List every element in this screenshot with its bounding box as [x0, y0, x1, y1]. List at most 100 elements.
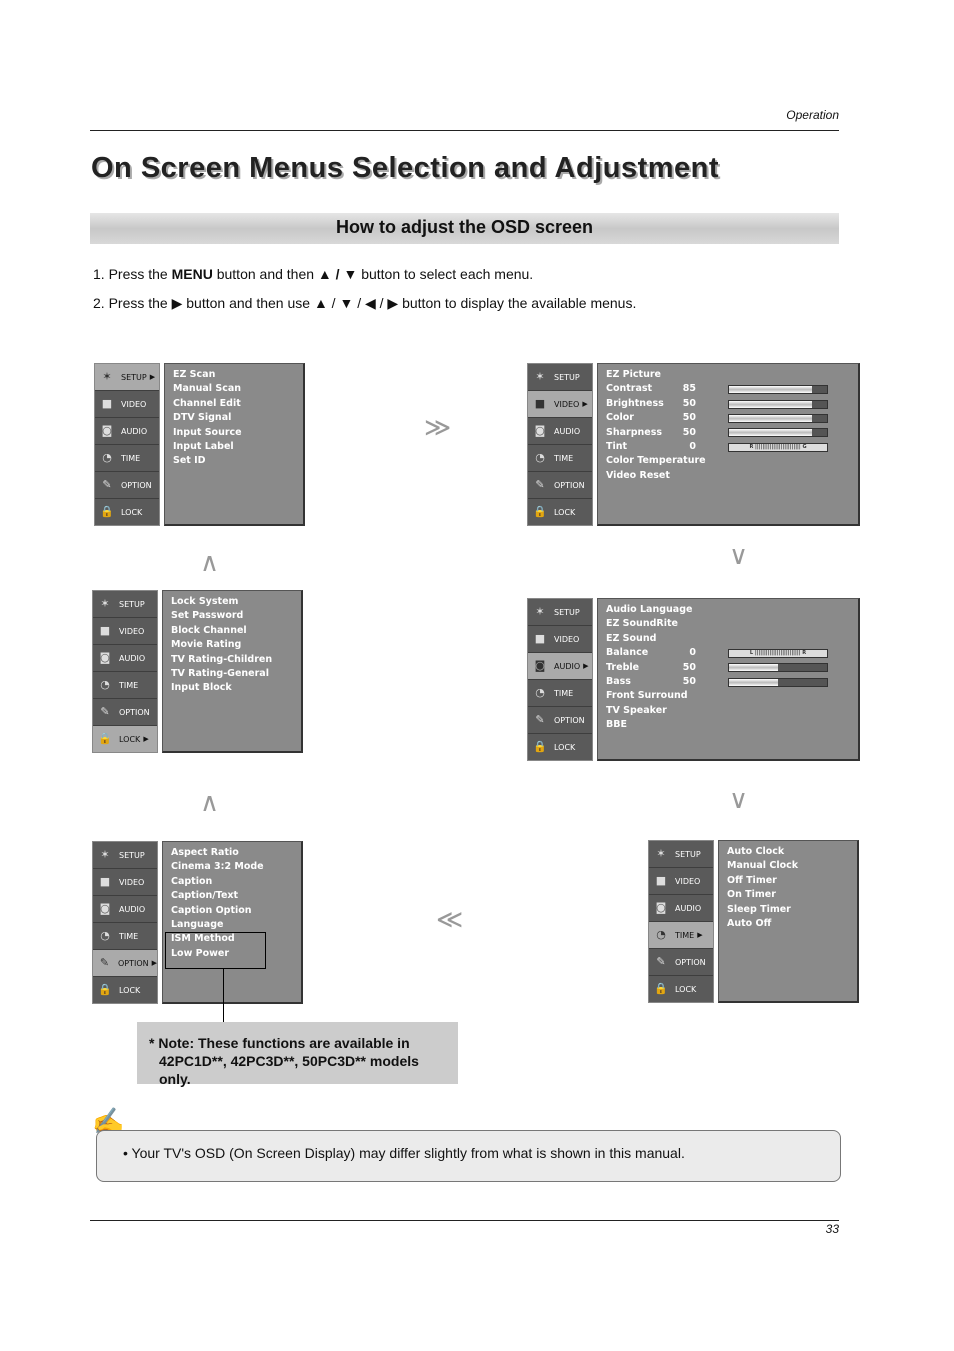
submenu-item[interactable]: EZ Sound	[606, 632, 850, 646]
submenu-item[interactable]: Treble 50	[606, 661, 850, 675]
osd-tab-time[interactable]: ◔ TIME	[93, 923, 157, 950]
osd-tab-option[interactable]: ✎ OPTION	[95, 472, 159, 499]
osd-tab-lock[interactable]: 🔒 LOCK	[649, 976, 713, 1002]
osd-tab-video[interactable]: ■ VIDEO	[649, 868, 713, 895]
osd-tab-video[interactable]: ■ VIDEO	[95, 391, 159, 418]
submenu-item[interactable]: Sleep Timer	[727, 903, 849, 917]
osd-tab-audio[interactable]: ◙ AUDIO	[93, 896, 157, 923]
osd-audio-menu: ✶ SETUP ■ VIDEO ◙ AUDIO ▶ ◔ TIME ✎ OPTION 🔒 LOCK Audi…	[527, 598, 860, 761]
osd-tab-time[interactable]: ◔ TIME	[528, 445, 592, 472]
submenu-item[interactable]: Color Temperature	[606, 454, 850, 468]
submenu-item[interactable]: Cinema 3:2 Mode	[171, 860, 293, 874]
osd-sidebar: ✶ SETUP ▶ ■ VIDEO ◙ AUDIO ◔ TIME ✎ OPTION 🔒 LOCK	[94, 363, 160, 526]
submenu-item[interactable]: Aspect Ratio	[171, 846, 293, 860]
submenu-item[interactable]: Bass 50	[606, 675, 850, 689]
submenu-item[interactable]: Input Block	[171, 681, 293, 695]
osd-tab-setup[interactable]: ✶ SETUP ▶	[95, 364, 159, 391]
osd-tab-audio[interactable]: ◙ AUDIO ▶	[528, 653, 592, 680]
osd-tab-option[interactable]: ✎ OPTION	[649, 949, 713, 976]
level-slider[interactable]	[728, 428, 828, 438]
submenu-item[interactable]: BBE	[606, 718, 850, 732]
submenu-item[interactable]: Color 50	[606, 411, 850, 425]
submenu-item[interactable]: Set Password	[171, 609, 293, 623]
submenu-item[interactable]: Manual Clock	[727, 859, 849, 873]
item-label: Brightness	[606, 397, 664, 409]
osd-tab-lock[interactable]: 🔒 LOCK	[528, 499, 592, 525]
submenu-item[interactable]: On Timer	[727, 888, 849, 902]
submenu-item[interactable]: Caption	[171, 875, 293, 889]
osd-tab-audio[interactable]: ◙ AUDIO	[95, 418, 159, 445]
osd-tab-video[interactable]: ■ VIDEO ▶	[528, 391, 592, 418]
osd-tab-audio[interactable]: ◙ AUDIO	[93, 645, 157, 672]
submenu-item[interactable]: Front Surround	[606, 689, 850, 703]
submenu-item[interactable]: Channel Edit	[173, 397, 295, 411]
osd-tab-audio[interactable]: ◙ AUDIO	[528, 418, 592, 445]
osd-tab-option[interactable]: ✎ OPTION	[93, 699, 157, 726]
osd-submenu: EZ Picture Contrast 85 Brightness 50 Color 50 S…	[597, 363, 860, 526]
submenu-item[interactable]: Caption Option	[171, 904, 293, 918]
osd-tab-video[interactable]: ■ VIDEO	[93, 869, 157, 896]
balance-slider[interactable]: R ||||||||||||||||||||||||| G	[728, 442, 828, 452]
osd-tab-time[interactable]: ◔ TIME	[95, 445, 159, 472]
submenu-item[interactable]: Off Timer	[727, 874, 849, 888]
level-slider[interactable]	[728, 677, 828, 687]
submenu-item[interactable]: Input Label	[173, 440, 295, 454]
level-slider[interactable]	[728, 663, 828, 673]
submenu-item[interactable]: DTV Signal	[173, 411, 295, 425]
item-label: Sharpness	[606, 426, 663, 438]
submenu-item[interactable]: Video Reset	[606, 469, 850, 483]
submenu-item[interactable]: Contrast 85	[606, 382, 850, 396]
osd-tab-time[interactable]: ◔ TIME ▶	[649, 922, 713, 949]
submenu-item[interactable]: Lock System	[171, 595, 293, 609]
submenu-item[interactable]: Caption/Text	[171, 889, 293, 903]
submenu-item[interactable]: Audio Language	[606, 603, 850, 617]
osd-tab-setup[interactable]: ✶ SETUP	[528, 599, 592, 626]
osd-tab-setup[interactable]: ✶ SETUP	[93, 591, 157, 618]
osd-tab-time[interactable]: ◔ TIME	[528, 680, 592, 707]
osd-tab-setup[interactable]: ✶ SETUP	[93, 842, 157, 869]
selected-arrow-icon: ▶	[582, 400, 588, 408]
osd-tab-lock[interactable]: 🔒 LOCK ▶	[93, 726, 157, 752]
submenu-item[interactable]: Block Channel	[171, 624, 293, 638]
video-icon: ■	[655, 874, 667, 887]
submenu-item[interactable]: EZ SoundRite	[606, 617, 850, 631]
submenu-item[interactable]: Auto Clock	[727, 845, 849, 859]
level-slider[interactable]	[728, 399, 828, 409]
osd-tab-lock[interactable]: 🔒 LOCK	[95, 499, 159, 525]
osd-tab-time[interactable]: ◔ TIME	[93, 672, 157, 699]
chevron-down-icon: ∨	[729, 541, 749, 571]
submenu-item[interactable]: Sharpness 50	[606, 426, 850, 440]
submenu-item[interactable]: Brightness 50	[606, 397, 850, 411]
osd-tab-label: VIDEO	[121, 399, 147, 409]
submenu-item[interactable]: TV Speaker	[606, 704, 850, 718]
submenu-item[interactable]: Tint 0 R ||||||||||||||||||||||||| G	[606, 440, 850, 454]
osd-tab-option[interactable]: ✎ OPTION	[528, 472, 592, 499]
item-value: 0	[689, 647, 696, 659]
submenu-item[interactable]: Movie Rating	[171, 638, 293, 652]
submenu-item[interactable]: Manual Scan	[173, 382, 295, 396]
submenu-item[interactable]: Input Source	[173, 426, 295, 440]
level-slider[interactable]	[728, 413, 828, 423]
osd-tab-label: OPTION	[554, 480, 585, 490]
osd-tab-setup[interactable]: ✶ SETUP	[528, 364, 592, 391]
osd-tab-setup[interactable]: ✶ SETUP	[649, 841, 713, 868]
item-value: 0	[689, 441, 696, 453]
osd-tab-option[interactable]: ✎ OPTION ▶	[93, 950, 157, 977]
osd-tab-option[interactable]: ✎ OPTION	[528, 707, 592, 734]
balance-slider[interactable]: L ||||||||||||||||||||||||| R	[728, 648, 828, 658]
osd-setup-menu: ✶ SETUP ▶ ■ VIDEO ◙ AUDIO ◔ TIME ✎ OPTION 🔒 LOCK EZ S…	[94, 363, 305, 526]
osd-tab-lock[interactable]: 🔒 LOCK	[528, 734, 592, 760]
level-slider[interactable]	[728, 385, 828, 395]
submenu-item[interactable]: Auto Off	[727, 917, 849, 931]
submenu-item[interactable]: Language	[171, 918, 293, 932]
submenu-item[interactable]: Balance 0 L ||||||||||||||||||||||||| R	[606, 646, 850, 660]
osd-tab-audio[interactable]: ◙ AUDIO	[649, 895, 713, 922]
submenu-item[interactable]: Set ID	[173, 454, 295, 468]
osd-tab-video[interactable]: ■ VIDEO	[528, 626, 592, 653]
osd-tab-lock[interactable]: 🔒 LOCK	[93, 977, 157, 1003]
submenu-item[interactable]: TV Rating-Children	[171, 653, 293, 667]
osd-tab-video[interactable]: ■ VIDEO	[93, 618, 157, 645]
submenu-item[interactable]: EZ Scan	[173, 368, 295, 382]
submenu-item[interactable]: EZ Picture	[606, 368, 850, 382]
submenu-item[interactable]: TV Rating-General	[171, 667, 293, 681]
